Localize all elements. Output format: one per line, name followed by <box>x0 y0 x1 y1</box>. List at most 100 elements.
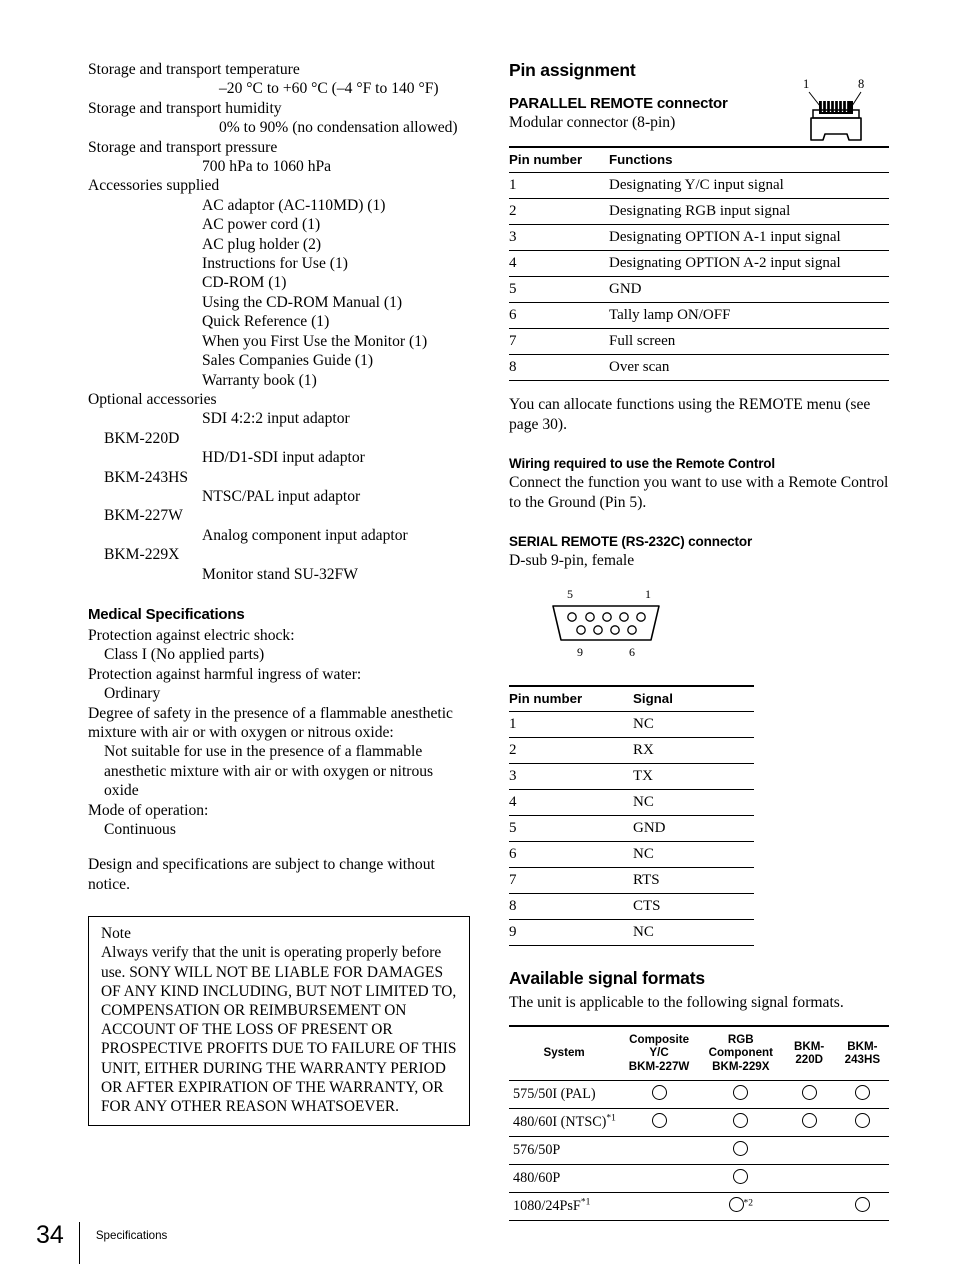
cell-pin-number: 6 <box>509 302 609 330</box>
cell-function: Designating RGB input signal <box>609 198 889 226</box>
header-line: Y/C <box>649 1046 669 1060</box>
spec-value: HD/D1-SDI input adaptor <box>202 449 365 467</box>
spec-item: Accessories supplied AC adaptor (AC-110M… <box>88 176 470 389</box>
table-header-row: Pin number Functions <box>509 146 889 174</box>
cell-pin-number: 3 <box>509 763 633 791</box>
available-signal-formats-heading: Available signal formats <box>509 968 705 989</box>
cell-pin-number: 5 <box>509 815 633 843</box>
page-number: 34 <box>36 1221 64 1249</box>
cell-pin-number: 5 <box>509 276 609 304</box>
dsub-label-6: 6 <box>629 645 635 659</box>
table-row: 9 NC <box>509 919 754 947</box>
table-row: 480/60P <box>509 1164 889 1194</box>
header-line: BKM-229X <box>712 1059 770 1073</box>
circle-mark-icon <box>801 1113 817 1129</box>
spec-value: Monitor stand SU-32FW <box>202 565 358 583</box>
table-row: 8 Over scan <box>509 354 889 382</box>
circle-mark-icon <box>733 1113 749 1129</box>
wiring-text: Connect the function you want to use wit… <box>509 474 889 511</box>
cell-pin-number: 7 <box>509 328 609 356</box>
medical-entry: Protection against harmful ingress of wa… <box>88 665 470 704</box>
modular-connector-icon: 1 8 <box>803 77 864 141</box>
left-column: Storage and transport temperature –20 °C… <box>88 60 470 1127</box>
medical-value: Continuous <box>104 821 176 839</box>
cell-signal: NC <box>633 789 754 817</box>
table-row: 5 GND <box>509 815 754 843</box>
spec-item: Storage and transport humidity 0% to 90%… <box>88 99 470 138</box>
spec-value: AC adaptor (AC-110MD) (1) <box>202 196 386 214</box>
medical-entry: Degree of safety in the presence of a fl… <box>88 704 470 801</box>
table-row: 8 CTS <box>509 893 754 921</box>
dsub-connector-diagram: 5 1 9 6 <box>541 584 681 669</box>
spec-label: Accessories supplied <box>88 177 220 195</box>
cell-supported-mark <box>619 1108 699 1138</box>
modular-label-1: 1 <box>803 77 809 91</box>
cell-pin-number: 1 <box>509 172 609 200</box>
medical-entry: Protection against electric shock: Class… <box>88 626 470 665</box>
header-line: Component <box>708 1046 773 1060</box>
medical-label: Mode of operation: <box>88 801 209 819</box>
cell-empty <box>835 1136 889 1166</box>
column-header-pin-number: Pin number <box>509 146 609 174</box>
spec-value: AC plug holder (2) <box>202 235 322 253</box>
circle-mark-icon <box>801 1085 817 1101</box>
footnote-marker: *2 <box>743 1198 754 1209</box>
signal-formats-intro: The unit is applicable to the following … <box>509 994 844 1012</box>
column-header-system: System <box>509 1024 620 1082</box>
cell-signal: NC <box>633 711 754 739</box>
circle-mark-icon <box>854 1113 870 1129</box>
spec-value: Warranty book (1) <box>202 371 317 389</box>
medical-label: Degree of safety in the presence of a fl… <box>88 704 453 741</box>
cell-pin-number: 4 <box>509 789 633 817</box>
medical-value: Class I (No applied parts) <box>104 646 265 664</box>
note-box: Note Always verify that the unit is oper… <box>88 916 470 1127</box>
table-row: 7 RTS <box>509 867 754 895</box>
spec-value: Analog component input adaptor <box>202 526 408 544</box>
spec-item: Storage and transport pressure 700 hPa t… <box>88 138 470 177</box>
column-header-bkm-243hs: BKM- 243HS <box>835 1024 889 1082</box>
parallel-remote-pin-table: Pin number Functions 1 Designating Y/C i… <box>509 146 889 382</box>
cell-signal: GND <box>633 815 754 843</box>
remote-menu-note: You can allocate functions using the REM… <box>509 396 871 433</box>
spec-label: Storage and transport humidity <box>88 99 282 117</box>
medical-value: Not suitable for use in the presence of … <box>104 743 434 800</box>
column-header-signal: Signal <box>633 685 754 713</box>
table-row: 3 Designating OPTION A-1 input signal <box>509 224 889 252</box>
table-row: 5 GND <box>509 276 889 304</box>
cell-pin-number: 2 <box>509 737 633 765</box>
modular-connector-diagram: 1 8 <box>795 76 887 148</box>
cell-function: Full screen <box>609 328 889 356</box>
cell-pin-number: 3 <box>509 224 609 252</box>
cell-empty <box>835 1164 889 1194</box>
table-row: 1080/24PsF*1 *2 <box>509 1192 889 1222</box>
spec-label: Storage and transport pressure <box>88 138 278 156</box>
cell-system-name: 1080/24PsF*1 <box>509 1192 620 1222</box>
cell-signal: RTS <box>633 867 754 895</box>
signal-formats-table: System Composite Y/C BKM-227W RGB Compon… <box>509 1024 889 1222</box>
circle-mark-icon <box>651 1113 667 1129</box>
cell-pin-number: 8 <box>509 354 609 382</box>
header-line: BKM- <box>794 1039 825 1053</box>
spec-value: 700 hPa to 1060 hPa <box>202 158 332 176</box>
circle-mark-icon <box>854 1197 870 1213</box>
spec-label: Optional accessories <box>88 390 217 408</box>
disclaimer-text: Design and specifications are subject to… <box>88 856 435 893</box>
cell-system-name: 480/60P <box>509 1164 620 1194</box>
cell-supported-mark <box>698 1164 783 1194</box>
table-row: 4 NC <box>509 789 754 817</box>
spec-value: NTSC/PAL input adaptor <box>202 487 361 505</box>
table-row: 4 Designating OPTION A-2 input signal <box>509 250 889 278</box>
cell-signal: CTS <box>633 893 754 921</box>
spec-value: 0% to 90% (no condensation allowed) <box>219 119 458 137</box>
cell-empty <box>782 1164 836 1194</box>
modular-label-8: 8 <box>858 77 864 91</box>
spec-label: Storage and transport temperature <box>88 61 300 78</box>
column-header-functions: Functions <box>609 146 889 174</box>
cell-function: Designating OPTION A-1 input signal <box>609 224 889 252</box>
dsub-shell-outline <box>552 605 660 642</box>
cell-supported-mark <box>782 1108 836 1138</box>
spec-value: When you First Use the Monitor (1) <box>202 332 428 350</box>
footer-chapter-title: Specifications <box>95 1229 168 1242</box>
cell-system-name: 480/60I (NTSC)*1 <box>509 1108 620 1138</box>
cell-signal: TX <box>633 763 754 791</box>
